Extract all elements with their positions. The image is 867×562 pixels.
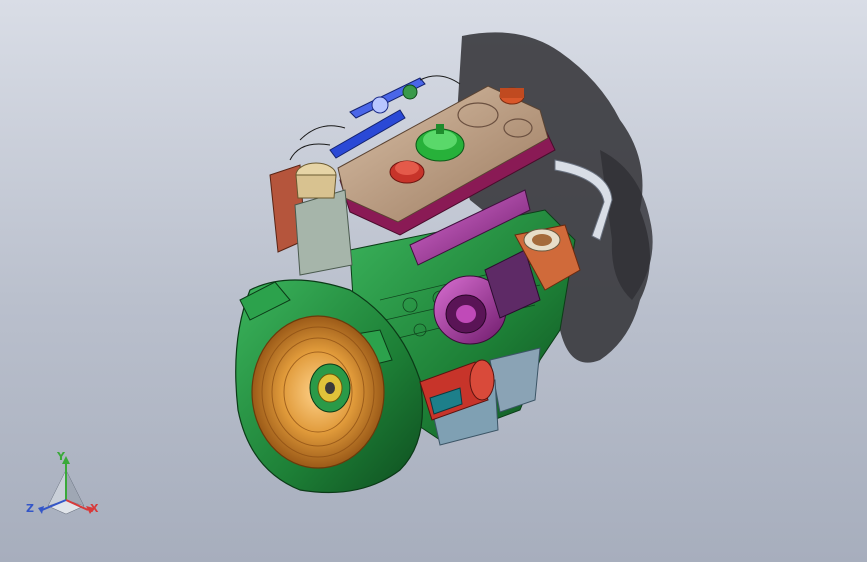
triad-x-label: X: [90, 502, 99, 515]
triad-graphic: [38, 456, 94, 515]
triad-z-label: Z: [26, 502, 34, 515]
oil-filler-cap-red[interactable]: [389, 160, 425, 184]
graphics-viewport[interactable]: Y X Z: [0, 0, 867, 562]
triad-y-label: Y: [57, 450, 65, 463]
xyz-triad-icon: Y X Z: [22, 444, 112, 534]
crank-hub[interactable]: [309, 363, 351, 413]
flywheel[interactable]: [251, 315, 385, 469]
filler-cap-orange[interactable]: [499, 87, 525, 105]
engine-model-scene[interactable]: [0, 0, 867, 562]
